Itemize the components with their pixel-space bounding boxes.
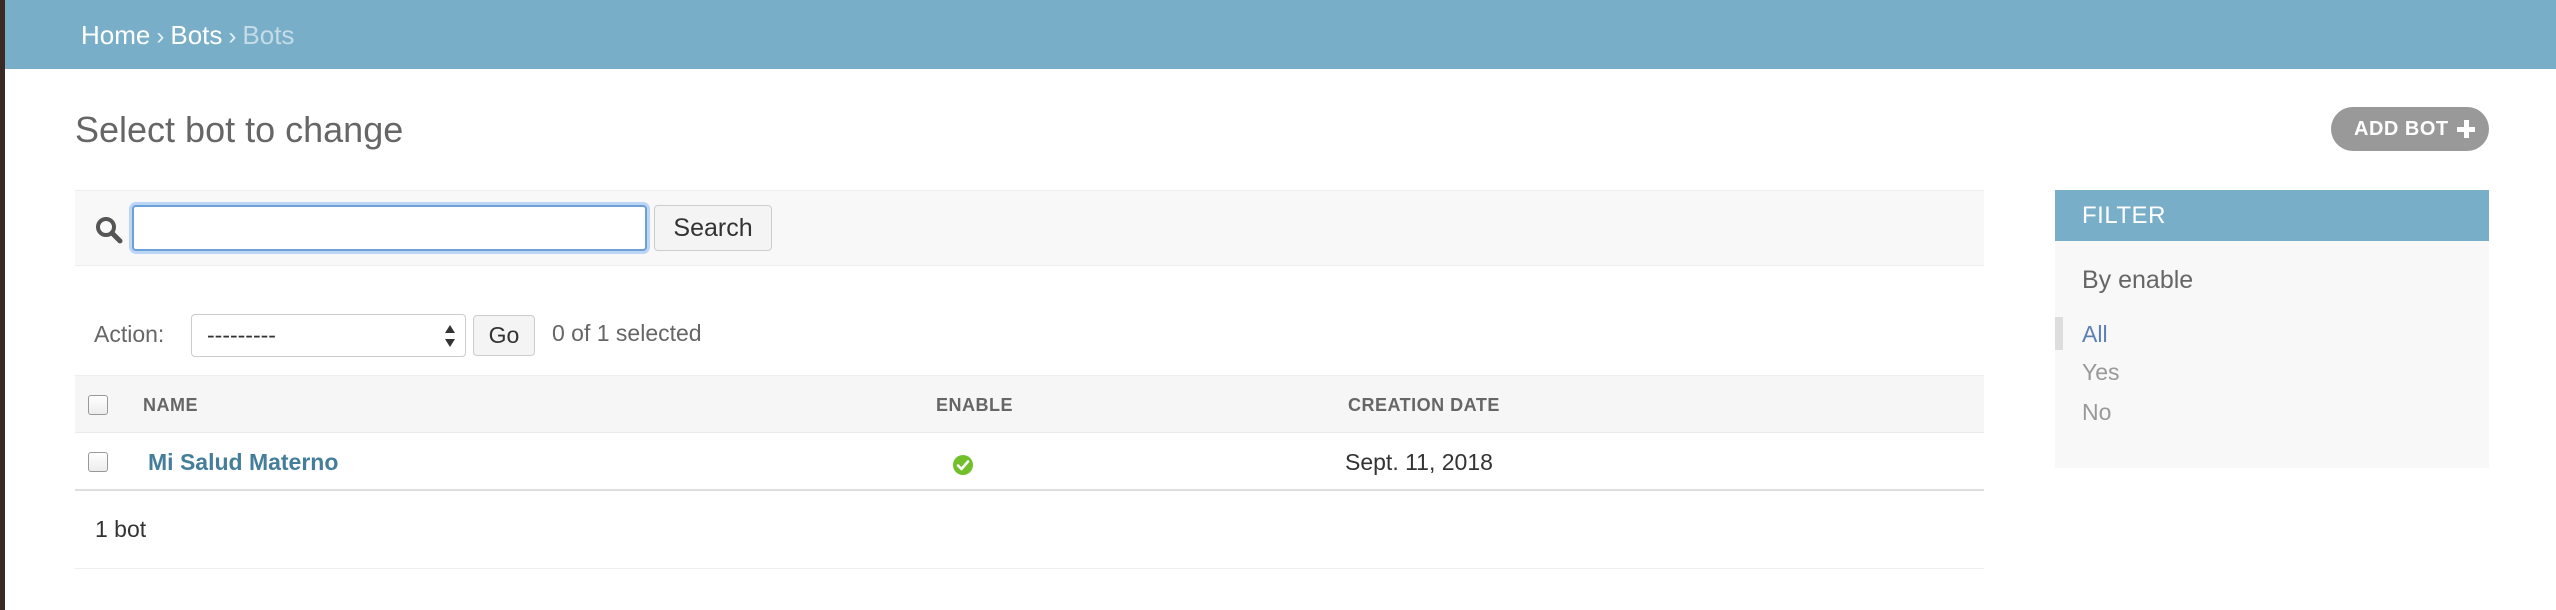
- select-arrows-icon: [445, 325, 455, 347]
- bot-name-link[interactable]: Mi Salud Materno: [148, 449, 338, 476]
- filter-title: By enable: [2082, 266, 2194, 294]
- filter-selected-indicator: [2055, 317, 2063, 350]
- paginator: 1 bot: [75, 491, 1984, 569]
- action-label: Action:: [94, 321, 165, 347]
- row-checkbox[interactable]: [88, 452, 108, 472]
- add-bot-label: ADD BOT: [2354, 117, 2449, 140]
- header-bar: Home › Bots › Bots: [5, 0, 2556, 69]
- filter-option-all[interactable]: All: [2082, 321, 2108, 348]
- table-row: Mi Salud Materno Sept. 11, 2018: [75, 433, 1984, 491]
- filter-header: FILTER: [2055, 190, 2489, 241]
- column-header-enable[interactable]: ENABLE: [936, 395, 1013, 416]
- search-icon: [96, 217, 123, 244]
- filter-panel: FILTER By enable All Yes No: [2055, 190, 2489, 468]
- search-toolbar: Search: [75, 190, 1984, 266]
- select-all-checkbox[interactable]: [88, 395, 108, 415]
- column-header-creation-date[interactable]: CREATION DATE: [1348, 395, 1500, 416]
- filter-option-no[interactable]: No: [2082, 399, 2111, 426]
- creation-date-cell: Sept. 11, 2018: [1345, 449, 1493, 475]
- add-bot-button[interactable]: ADD BOT: [2331, 107, 2489, 151]
- breadcrumb: Home › Bots › Bots: [81, 19, 294, 53]
- breadcrumb-current: Bots: [242, 20, 295, 50]
- result-count: 1 bot: [95, 516, 147, 542]
- check-circle-icon: [953, 455, 973, 475]
- window-edge: [0, 0, 5, 610]
- breadcrumb-home-link[interactable]: Home: [81, 20, 150, 50]
- filter-option-yes[interactable]: Yes: [2082, 359, 2120, 386]
- breadcrumb-separator: ›: [228, 23, 237, 50]
- breadcrumb-separator: ›: [156, 23, 165, 50]
- plus-icon: [2457, 120, 2475, 138]
- search-input[interactable]: [132, 205, 647, 251]
- go-button[interactable]: Go: [473, 315, 535, 356]
- search-button[interactable]: Search: [654, 205, 772, 251]
- action-select[interactable]: ---------: [191, 314, 466, 357]
- action-select-value: ---------: [207, 322, 276, 348]
- breadcrumb-app-link[interactable]: Bots: [170, 20, 222, 50]
- column-header-name[interactable]: NAME: [143, 395, 198, 416]
- selection-counter: 0 of 1 selected: [552, 320, 702, 346]
- page-title: Select bot to change: [75, 109, 404, 150]
- table-header-row: NAME ENABLE CREATION DATE: [75, 375, 1984, 433]
